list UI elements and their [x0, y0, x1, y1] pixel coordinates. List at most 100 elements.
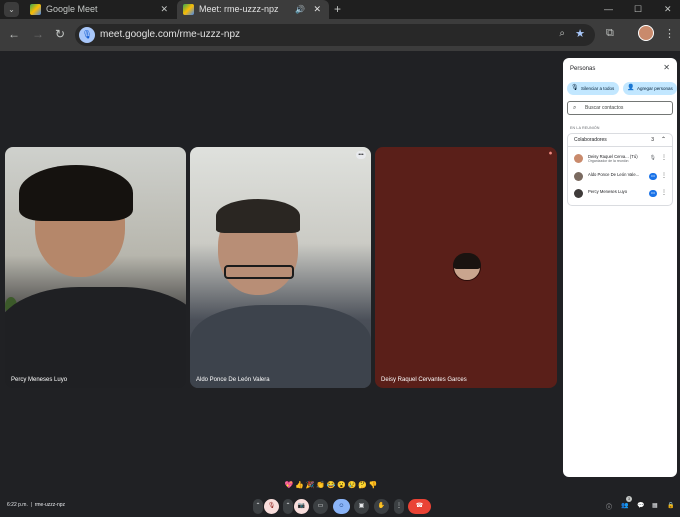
participant-body [190, 305, 371, 388]
tab-title: Meet: rme-uzzz-npz [199, 4, 279, 14]
reaction-sad[interactable]: 😢 [347, 480, 358, 492]
video-tile-deisy[interactable]: ⏺ Deisy Raquel Cervantes Garces [375, 147, 557, 388]
people-count-badge: 3 [626, 496, 632, 502]
minimize-icon[interactable]: — [604, 0, 613, 19]
avatar [574, 189, 583, 198]
tile-name-label: Aldo Ponce De León Valera [196, 377, 270, 383]
more-options-icon[interactable]: ⋮ [661, 189, 667, 196]
participant-role: Organizador de la reunión [588, 159, 629, 163]
more-options-button-icon[interactable]: ⋮ [394, 499, 404, 514]
participant-name: Aldo Ponce De León Vale... [588, 172, 640, 177]
mic-off-icon[interactable]: 🎙 [650, 155, 656, 161]
tab-strip: ⌄ Google Meet ✕ Meet: rme-uzzz-npz 🔊 ✕ +… [0, 0, 680, 19]
back-arrow-icon[interactable]: ← [8, 27, 20, 41]
google-meet-favicon-icon [183, 4, 194, 15]
meeting-info-icon[interactable]: ⓘ [606, 502, 612, 511]
tab-search-chevron-down-icon[interactable]: ⌄ [4, 2, 19, 17]
address-bar[interactable]: 🎙 meet.google.com/rme-uzzz-npz ⌕ ★ [75, 24, 595, 46]
maximize-icon[interactable]: ☐ [634, 0, 642, 19]
camera-off-button-icon[interactable]: 📷 [294, 499, 309, 514]
reload-icon[interactable]: ↻ [55, 27, 65, 41]
avatar [574, 172, 583, 181]
participant-row[interactable]: Deisy Raquel Cerva... (Tú) Organizador d… [568, 150, 672, 167]
reactions-button-icon[interactable]: ☺ [333, 499, 350, 514]
url-text[interactable]: meet.google.com/rme-uzzz-npz [100, 29, 240, 40]
more-options-icon[interactable]: ⋮ [661, 172, 667, 179]
camera-options-chevron-icon[interactable]: ⌃ [283, 499, 293, 514]
raise-hand-button-icon[interactable]: ✋ [374, 499, 389, 514]
meeting-controls-bar: 6:22 p.m. | rme-uzzz-npz ⌃ 🎙 ⌃ 📷 ▭ ☺ ▣ ✋… [0, 496, 680, 517]
bookmark-star-icon[interactable]: ★ [575, 27, 585, 40]
participant-name: Percy Meneses Luyo [588, 189, 628, 194]
contacts-search-input[interactable]: ⌕ Buscar contactos [567, 101, 673, 115]
tab-meet-active[interactable]: Meet: rme-uzzz-npz 🔊 ✕ [177, 0, 329, 19]
participant-row[interactable]: Percy Meneses Luyo ••• ⋮ [568, 185, 672, 202]
mute-all-button[interactable]: 🎙 Silenciar a todos [567, 82, 619, 95]
people-icon[interactable]: 👥 [621, 502, 628, 509]
add-person-icon: 👤 [627, 85, 635, 91]
add-people-button[interactable]: 👤 Agregar personas [623, 82, 677, 95]
avatar-hair [453, 253, 481, 269]
close-tab-icon[interactable]: ✕ [160, 0, 168, 19]
collaborators-group: Colaboradores 3 ⌃ Deisy Raquel Cerva... … [567, 133, 673, 206]
speaker-icon[interactable]: 🔊 [295, 0, 305, 19]
speaking-indicator-icon: ••• [649, 173, 657, 180]
profile-avatar[interactable] [638, 25, 654, 41]
chevron-up-icon[interactable]: ⌃ [661, 134, 666, 147]
end-call-button-icon[interactable]: ☎ [408, 499, 431, 514]
meeting-time-code: 6:22 p.m. | rme-uzzz-npz [7, 502, 66, 508]
panel-title: Personas [570, 66, 596, 72]
reaction-thumbs-down[interactable]: 👎 [368, 480, 379, 492]
tile-name-label: Percy Meneses Luyo [11, 377, 68, 383]
speaking-indicator-icon: ••• [649, 190, 657, 197]
browser-toolbar: ← → ↻ 🎙 meet.google.com/rme-uzzz-npz ⌕ ★… [0, 19, 680, 51]
mic-options-chevron-icon[interactable]: ⌃ [253, 499, 263, 514]
reaction-clap[interactable]: 👏 [316, 480, 327, 492]
present-screen-button-icon[interactable]: ▣ [354, 499, 369, 514]
mute-all-label: Silenciar a todos [581, 86, 615, 91]
tile-name-label: Deisy Raquel Cervantes Garces [381, 377, 467, 383]
search-placeholder: Buscar contactos [585, 105, 624, 111]
close-window-icon[interactable]: ✕ [664, 0, 672, 19]
group-label: Colaboradores [574, 137, 607, 143]
forward-arrow-icon[interactable]: → [32, 27, 44, 41]
zoom-magnifier-icon[interactable]: ⌕ [559, 28, 565, 39]
reaction-thinking[interactable]: 🤔 [358, 480, 369, 492]
search-icon: ⌕ [573, 105, 577, 111]
speaking-indicator-icon: ••• [356, 151, 366, 159]
mic-off-icon: ⏺ [548, 151, 552, 157]
menu-kebab-icon[interactable]: ⋮ [664, 27, 675, 40]
reaction-heart[interactable]: 💖 [284, 480, 295, 492]
mic-permission-icon[interactable]: 🎙 [79, 27, 95, 43]
reaction-party[interactable]: 🎉 [305, 480, 316, 492]
participant-glasses [224, 265, 294, 279]
mic-off-icon: 🎙 [571, 85, 579, 91]
extensions-puzzle-icon[interactable]: ⧉ [606, 27, 614, 40]
video-tile-aldo[interactable]: ••• Aldo Ponce De León Valera [190, 147, 371, 388]
reaction-surprised[interactable]: 😮 [337, 480, 348, 492]
more-options-icon[interactable]: ⋮ [661, 154, 667, 161]
host-controls-lock-icon[interactable]: 🔒 [667, 502, 674, 509]
activities-icon[interactable]: ▦ [652, 502, 658, 509]
chat-icon[interactable]: 💬 [637, 502, 644, 509]
group-header[interactable]: Colaboradores [568, 134, 672, 147]
participant-row[interactable]: Aldo Ponce De León Vale... ••• ⋮ [568, 168, 672, 185]
add-people-label: Agregar personas [637, 86, 673, 91]
group-count: 3 [651, 137, 654, 143]
close-tab-icon[interactable]: ✕ [313, 0, 321, 19]
tab-google-meet[interactable]: Google Meet ✕ [24, 0, 176, 19]
captions-button-icon[interactable]: ▭ [313, 499, 328, 514]
participant-body [5, 287, 186, 388]
section-heading: EN LA REUNIÓN [570, 126, 600, 130]
mic-off-button-icon[interactable]: 🎙 [264, 499, 279, 514]
google-meet-favicon-icon [30, 4, 41, 15]
reactions-bar: 💖 👍 🎉 👏 😂 😮 😢 🤔 👎 [284, 480, 379, 492]
people-panel: Personas ✕ 🎙 Silenciar a todos 👤 Agregar… [563, 58, 677, 477]
participant-hair [19, 165, 133, 221]
new-tab-plus-icon[interactable]: + [334, 0, 341, 19]
reaction-thumbs-up[interactable]: 👍 [295, 480, 306, 492]
tab-title: Google Meet [46, 4, 98, 14]
reaction-laugh[interactable]: 😂 [326, 480, 337, 492]
video-tile-percy[interactable]: Percy Meneses Luyo [5, 147, 186, 388]
close-panel-icon[interactable]: ✕ [663, 63, 670, 72]
